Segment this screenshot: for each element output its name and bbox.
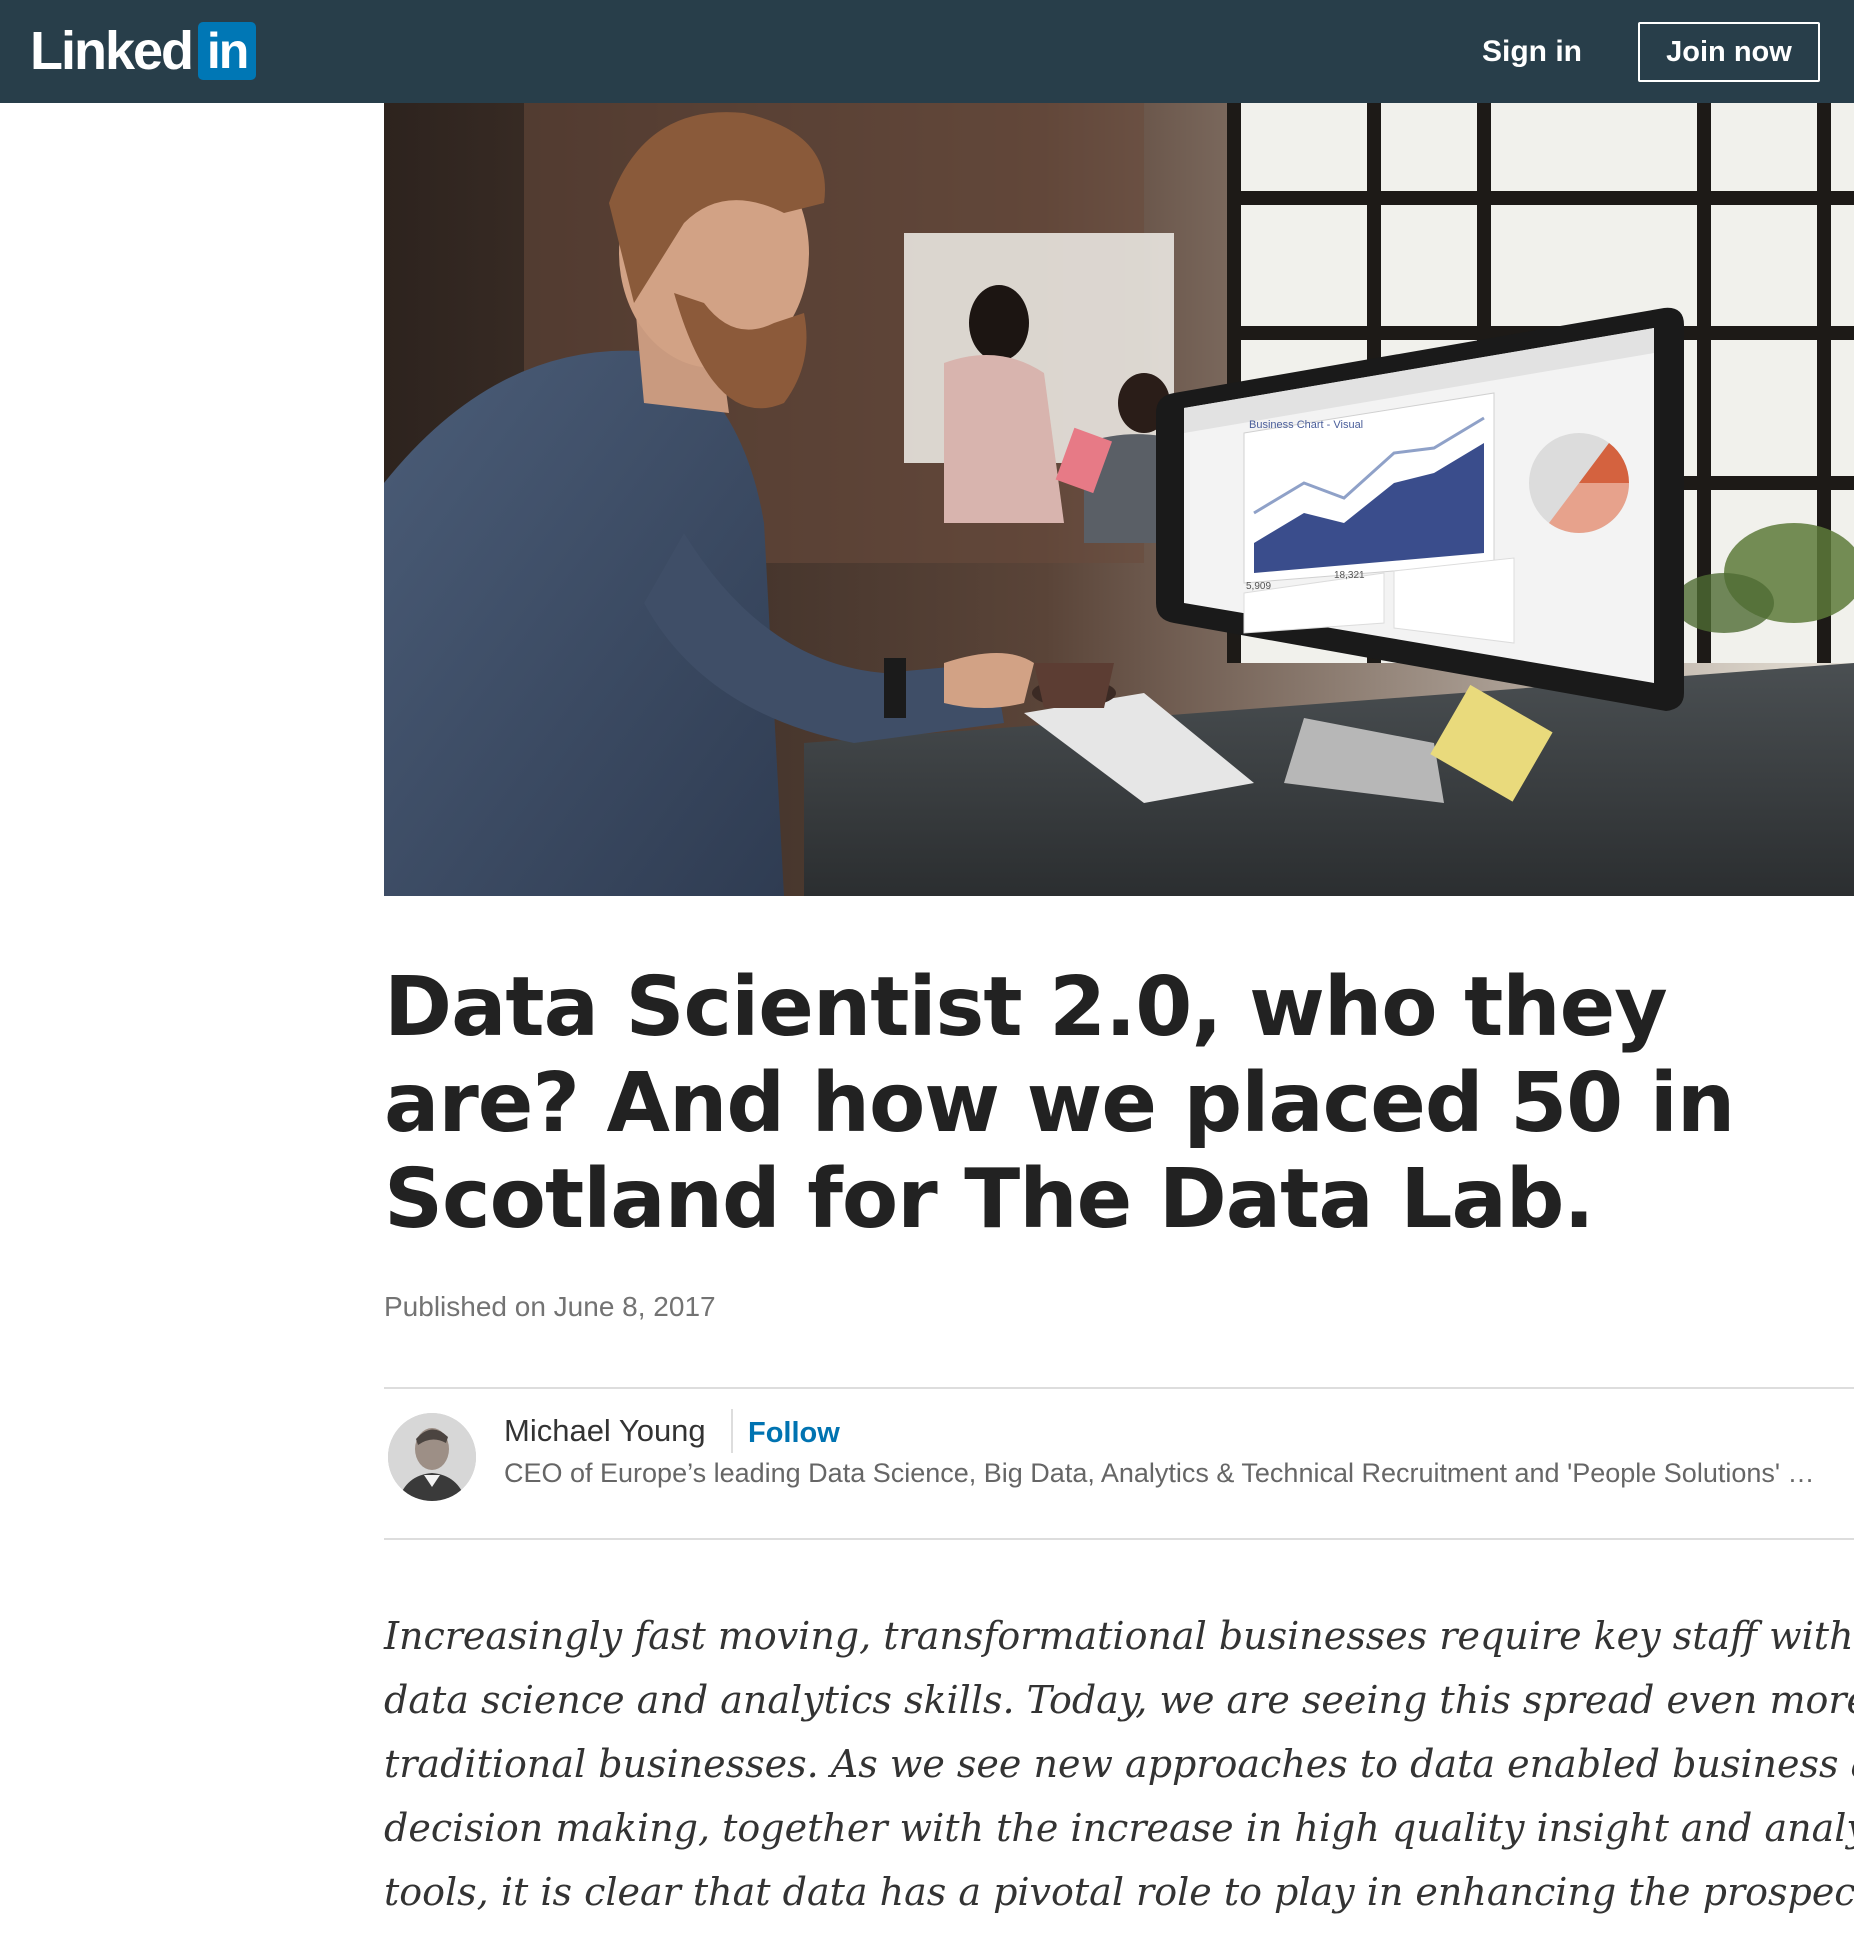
top-navigation-bar: Linked in Sign in Join now (0, 0, 1854, 103)
follow-button[interactable]: Follow (748, 1413, 840, 1453)
author-separator (731, 1409, 733, 1453)
logo-in-box: in (198, 22, 257, 80)
screen-chart-title: Business Chart - Visual (1249, 419, 1363, 431)
screen-value-2: 18,321 (1334, 570, 1365, 581)
body-line: traditional businesses. As we see new ap… (384, 1742, 1854, 1786)
published-date: Published on June 8, 2017 (384, 1291, 716, 1322)
screen-value-1: 5,909 (1246, 581, 1271, 592)
author-name[interactable]: Michael Young (504, 1411, 706, 1451)
divider-bottom (384, 1538, 1854, 1540)
body-line: decision making, together with the incre… (384, 1806, 1854, 1850)
body-line: Increasingly fast moving, transformation… (384, 1614, 1854, 1658)
article-body: Increasingly fast moving, transformation… (384, 1604, 1854, 1924)
article-hero-image: Business Chart - Visual 5,909 18,321 (384, 103, 1854, 896)
article-title: Data Scientist 2.0, who they are? And ho… (384, 960, 1735, 1247)
sign-in-link[interactable]: Sign in (1482, 30, 1582, 74)
divider-top (384, 1387, 1854, 1389)
body-line: tools, it is clear that data has a pivot… (384, 1870, 1854, 1914)
logo-text: Linked (30, 21, 194, 81)
body-line: data science and analytics skills. Today… (384, 1678, 1854, 1722)
linkedin-logo[interactable]: Linked in (30, 21, 257, 81)
join-now-button[interactable]: Join now (1638, 22, 1820, 82)
author-avatar[interactable] (388, 1413, 476, 1501)
author-headline: CEO of Europe’s leading Data Science, Bi… (504, 1458, 1815, 1488)
